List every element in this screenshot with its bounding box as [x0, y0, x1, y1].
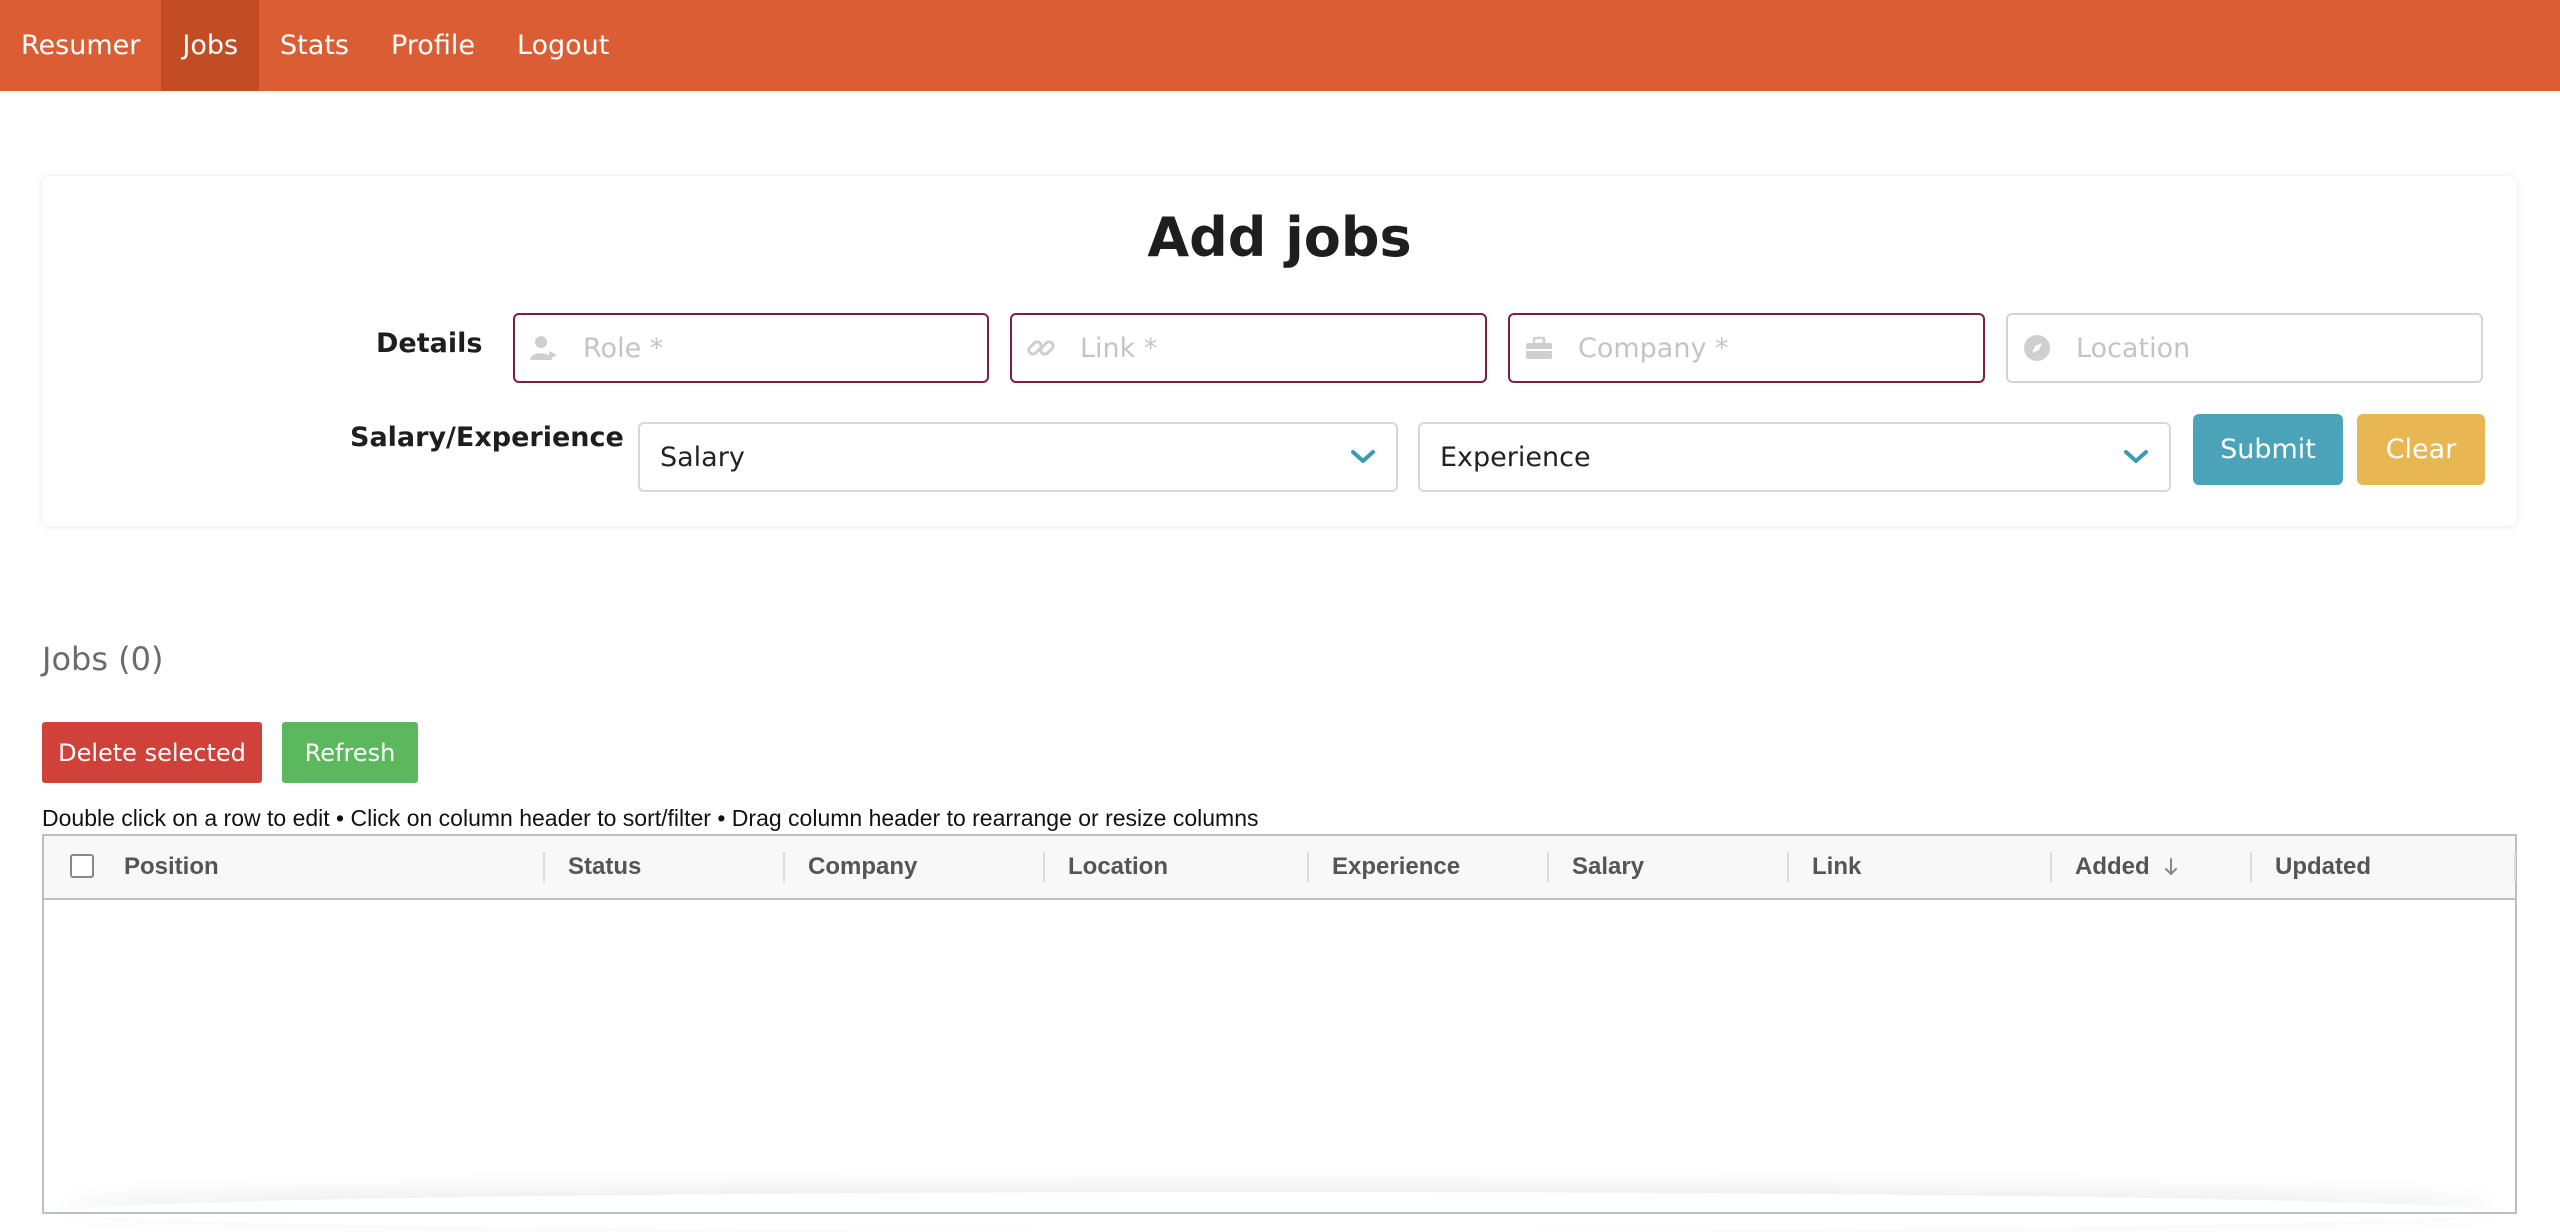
clear-button[interactable]: Clear [2357, 414, 2485, 485]
column-header-link[interactable]: Link [1812, 836, 1861, 898]
refresh-button[interactable]: Refresh [282, 722, 418, 783]
briefcase-icon [1526, 336, 1552, 359]
select-all-checkbox[interactable] [70, 854, 94, 878]
column-resize-handle[interactable] [2514, 852, 2516, 882]
column-header-updated[interactable]: Updated [2275, 836, 2371, 898]
column-header-location[interactable]: Location [1068, 836, 1168, 898]
delete-selected-button[interactable]: Delete selected [42, 722, 262, 783]
column-header-experience[interactable]: Experience [1332, 836, 1460, 898]
link-icon [1027, 340, 1055, 356]
experience-select-value: Experience [1440, 441, 1591, 473]
nav-brand-resumer[interactable]: Resumer [0, 0, 161, 91]
column-resize-handle[interactable] [2250, 852, 2252, 882]
nav-item-stats[interactable]: Stats [259, 0, 370, 91]
nav-item-logout[interactable]: Logout [496, 0, 630, 91]
column-resize-handle[interactable] [783, 852, 785, 882]
page-title: Add jobs [1147, 206, 1412, 269]
add-jobs-card: Add jobs Details Salary/Experience [42, 176, 2517, 526]
salary-select[interactable]: Salary [638, 422, 1398, 492]
link-input[interactable] [1078, 331, 1485, 365]
column-resize-handle[interactable] [2050, 852, 2052, 882]
chevron-down-icon [1351, 450, 1375, 463]
company-field[interactable] [1508, 313, 1985, 383]
grid-body-shadow [64, 1192, 2495, 1232]
grid-hint-text: Double click on a row to edit • Click on… [42, 805, 1259, 831]
column-resize-handle[interactable] [543, 852, 545, 882]
chevron-down-icon [2124, 450, 2148, 463]
experience-select[interactable]: Experience [1418, 422, 2171, 492]
column-header-position[interactable]: Position [124, 836, 219, 898]
column-header-added-label: Added [2075, 853, 2150, 880]
role-field[interactable] [513, 313, 989, 383]
details-label: Details [376, 328, 483, 359]
compass-icon [2024, 335, 2050, 361]
column-header-salary[interactable]: Salary [1572, 836, 1644, 898]
column-header-company[interactable]: Company [808, 836, 917, 898]
user-icon [530, 336, 557, 360]
column-resize-handle[interactable] [1043, 852, 1045, 882]
link-field[interactable] [1010, 313, 1487, 383]
column-resize-handle[interactable] [1547, 852, 1549, 882]
role-input[interactable] [581, 331, 987, 365]
nav-item-jobs[interactable]: Jobs [161, 0, 260, 91]
column-resize-handle[interactable] [1307, 852, 1309, 882]
salary-select-value: Salary [660, 441, 745, 473]
jobs-grid: Position Status Company Location Experie… [42, 834, 2517, 1214]
company-input[interactable] [1576, 331, 1983, 365]
column-resize-handle[interactable] [1787, 852, 1789, 882]
salary-experience-label: Salary/Experience [350, 422, 624, 453]
top-navbar: Resumer Jobs Stats Profile Logout [0, 0, 2560, 91]
nav-item-profile[interactable]: Profile [370, 0, 496, 91]
column-header-status[interactable]: Status [568, 836, 641, 898]
location-input[interactable] [2074, 331, 2481, 365]
grid-header: Position Status Company Location Experie… [44, 836, 2516, 900]
column-header-added[interactable]: Added [2075, 836, 2180, 898]
submit-button[interactable]: Submit [2193, 414, 2343, 485]
location-field[interactable] [2006, 313, 2483, 383]
sort-descending-icon [2164, 858, 2177, 875]
jobs-heading: Jobs (0) [42, 640, 164, 678]
